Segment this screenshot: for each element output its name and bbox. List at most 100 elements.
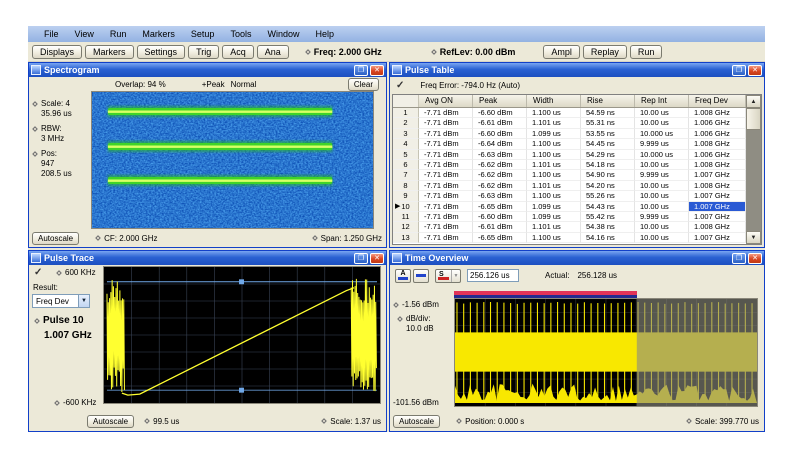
table-cell[interactable]: -7.71 dBm [419,170,473,180]
table-cell[interactable]: 1.100 us [527,191,581,201]
autoscale-button[interactable]: Autoscale [32,232,79,245]
toolbar-button-trig[interactable]: Trig [188,45,219,59]
table-cell[interactable]: -6.62 dBm [473,160,527,170]
menu-item-file[interactable]: File [36,28,67,40]
table-row[interactable]: 13-7.71 dBm-6.65 dBm1.100 us54.16 ns10.0… [393,233,746,243]
time-bar-button[interactable] [413,269,429,283]
pulse-trace-plot[interactable] [103,266,381,404]
close-button[interactable]: ✕ [370,253,384,264]
table-cell[interactable]: 55.42 ns [581,212,635,222]
toolbar-button-displays[interactable]: Displays [32,45,82,59]
maximize-button[interactable]: ❐ [354,253,368,264]
menu-item-window[interactable]: Window [259,28,307,40]
column-header-peak[interactable]: Peak [473,95,527,107]
toolbar-button-replay[interactable]: Replay [583,45,627,59]
table-cell[interactable]: 1.100 us [527,139,581,149]
table-cell[interactable]: -6.61 dBm [473,222,527,232]
table-row[interactable]: 9-7.71 dBm-6.63 dBm1.100 us55.26 ns10.00… [393,191,746,201]
table-cell[interactable]: 1.101 us [527,222,581,232]
menu-item-help[interactable]: Help [307,28,342,40]
table-row[interactable]: 8-7.71 dBm-6.62 dBm1.101 us54.20 ns10.00… [393,181,746,191]
table-cell[interactable]: 1.008 GHz [689,181,746,191]
table-cell[interactable]: 10.00 us [635,108,689,118]
table-cell[interactable]: -6.63 dBm [473,150,527,160]
analysis-time-button[interactable]: A [395,269,411,283]
table-cell[interactable]: 10.00 us [635,181,689,191]
table-cell[interactable]: -7.71 dBm [419,139,473,149]
scale-field[interactable]: Scale: 4 [33,99,91,108]
table-cell[interactable]: 9.999 us [635,212,689,222]
table-cell[interactable]: 10.00 us [635,222,689,232]
table-cell[interactable]: -6.62 dBm [473,181,527,191]
analysis-length-input[interactable] [467,269,519,282]
table-cell[interactable]: -7.71 dBm [419,160,473,170]
table-cell[interactable]: 10.00 us [635,160,689,170]
table-cell[interactable]: 54.29 ns [581,150,635,160]
table-row[interactable]: 5-7.71 dBm-6.63 dBm1.100 us54.29 ns10.00… [393,150,746,160]
rbw-field[interactable]: RBW: [33,124,91,133]
x-scale-field[interactable]: Scale: 1.37 us [322,417,381,426]
table-cell[interactable]: 1.100 us [527,233,581,243]
close-button[interactable]: ✕ [748,253,762,264]
table-row[interactable]: 4-7.71 dBm-6.64 dBm1.100 us54.45 ns9.999… [393,139,746,149]
pulse-select-field[interactable]: Pulse 10 [35,315,84,326]
maximize-button[interactable]: ❐ [354,65,368,76]
menu-item-tools[interactable]: Tools [222,28,259,40]
column-header-avg-on[interactable]: Avg ON [419,95,473,107]
table-cell[interactable]: 54.90 ns [581,170,635,180]
table-cell[interactable]: 10.000 us [635,150,689,160]
table-cell[interactable]: 1.006 GHz [689,129,746,139]
table-cell[interactable]: 1.008 GHz [689,160,746,170]
table-cell[interactable]: -6.61 dBm [473,118,527,128]
table-cell[interactable]: 10.00 us [635,202,689,212]
scroll-down-button[interactable]: ▼ [746,231,761,244]
table-cell[interactable]: -6.63 dBm [473,191,527,201]
autoscale-button[interactable]: Autoscale [87,415,134,428]
pos-field[interactable]: Pos: [33,149,91,158]
table-cell[interactable]: -6.64 dBm [473,139,527,149]
db-div-field[interactable]: dB/div: [398,314,430,323]
y-max-field[interactable]: 600 KHz [57,268,96,277]
table-cell[interactable]: 1.008 GHz [689,108,746,118]
menu-item-markers[interactable]: Markers [134,28,183,40]
table-cell[interactable]: 54.16 ns [581,233,635,243]
result-dropdown[interactable]: Freq Dev ▼ [32,294,90,308]
table-cell[interactable]: 1.007 GHz [689,191,746,201]
spectrogram-plot[interactable] [91,91,374,229]
table-cell[interactable]: -6.62 dBm [473,170,527,180]
table-cell[interactable]: 55.31 ns [581,118,635,128]
table-row[interactable]: 12-7.71 dBm-6.61 dBm1.101 us54.38 ns10.0… [393,222,746,232]
column-header-rise[interactable]: Rise [581,95,635,107]
toolbar-button-markers[interactable]: Markers [85,45,134,59]
close-button[interactable]: ✕ [748,65,762,76]
table-cell[interactable]: -6.60 dBm [473,129,527,139]
table-cell[interactable]: 10.00 us [635,118,689,128]
scroll-up-button[interactable]: ▲ [746,95,761,108]
column-header-width[interactable]: Width [527,95,581,107]
span-field[interactable]: Span: 1.250 GHz [313,234,382,243]
table-cell[interactable]: 54.18 ns [581,160,635,170]
selected-table-cell[interactable]: 1.007 GHz [689,202,746,212]
table-cell[interactable]: 54.45 ns [581,139,635,149]
toolbar-button-settings[interactable]: Settings [137,45,186,59]
table-cell[interactable]: -7.71 dBm [419,118,473,128]
menu-item-view[interactable]: View [67,28,102,40]
menu-item-run[interactable]: Run [102,28,135,40]
table-cell[interactable]: 1.006 GHz [689,150,746,160]
table-cell[interactable]: 1.099 us [527,129,581,139]
table-row[interactable]: 6-7.71 dBm-6.62 dBm1.101 us54.18 ns10.00… [393,160,746,170]
table-cell[interactable]: 1.008 GHz [689,139,746,149]
table-row[interactable]: 11-7.71 dBm-6.60 dBm1.099 us55.42 ns9.99… [393,212,746,222]
time-overview-plot[interactable] [454,298,758,407]
vertical-scrollbar[interactable]: ▲ ▼ [746,95,761,244]
toolbar-button-ana[interactable]: Ana [257,45,289,59]
table-cell[interactable]: 1.007 GHz [689,212,746,222]
x-position-field[interactable]: Position: 0.000 s [457,417,524,426]
maximize-button[interactable]: ❐ [732,65,746,76]
table-cell[interactable]: 9.999 us [635,139,689,149]
table-cell[interactable]: 1.100 us [527,108,581,118]
table-cell[interactable]: -7.71 dBm [419,181,473,191]
check-icon[interactable]: ✓ [34,267,42,278]
table-cell[interactable]: 1.101 us [527,160,581,170]
table-cell[interactable]: 54.38 ns [581,222,635,232]
